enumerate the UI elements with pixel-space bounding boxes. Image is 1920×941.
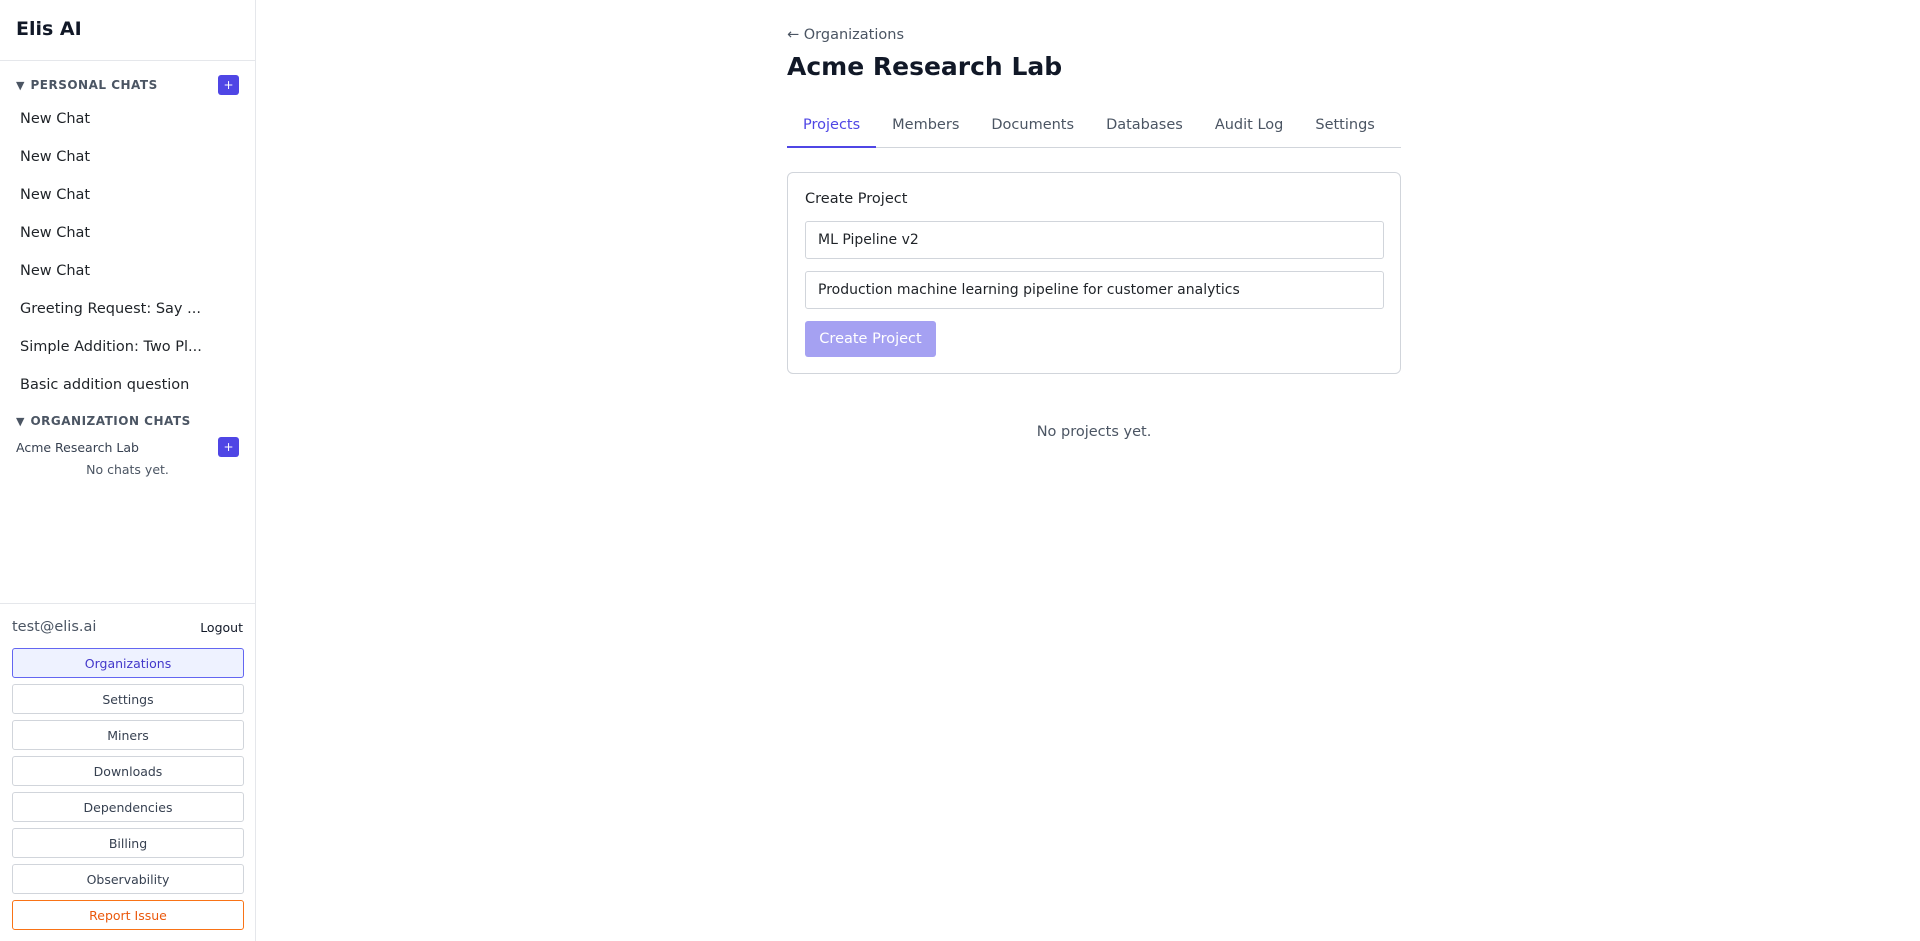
report-issue-button[interactable]: Report Issue [12, 900, 244, 930]
create-project-button[interactable]: Create Project [805, 321, 936, 357]
org-group-row: Acme Research Lab + [0, 436, 255, 458]
create-project-card: Create Project Create Project [787, 172, 1401, 374]
personal-chats-header[interactable]: ▼ PERSONAL CHATS + [0, 73, 255, 97]
organization-chats-header[interactable]: ▼ ORGANIZATION CHATS [0, 409, 255, 433]
user-row: test@elis.ai Logout [12, 604, 243, 648]
new-org-chat-button[interactable]: + [218, 437, 239, 457]
nav-dependencies-button[interactable]: Dependencies [12, 792, 244, 822]
org-empty-message: No chats yet. [86, 462, 169, 477]
new-personal-chat-button[interactable]: + [218, 75, 239, 95]
caret-down-icon: ▼ [16, 78, 25, 92]
sidebar-footer: test@elis.ai Logout Organizations Settin… [0, 603, 255, 936]
page-title: Acme Research Lab [787, 52, 1063, 81]
chat-item[interactable]: Basic addition question [0, 366, 255, 404]
nav-miners-button[interactable]: Miners [12, 720, 244, 750]
org-group-name: Acme Research Lab [16, 439, 139, 455]
project-description-input[interactable] [805, 271, 1384, 309]
chat-item[interactable]: New Chat [0, 252, 255, 290]
org-tabs: Projects Members Documents Databases Aud… [787, 106, 1401, 148]
chat-item[interactable]: New Chat [0, 214, 255, 252]
caret-down-icon: ▼ [16, 414, 25, 428]
nav-observability-button[interactable]: Observability [12, 864, 244, 894]
chat-item[interactable]: New Chat [0, 138, 255, 176]
personal-chat-list: New Chat New Chat New Chat New Chat New … [0, 100, 255, 404]
nav-organizations-button[interactable]: Organizations [12, 648, 244, 678]
user-email: test@elis.ai [12, 619, 97, 635]
chat-item[interactable]: Greeting Request: Say ... [0, 290, 255, 328]
nav-billing-button[interactable]: Billing [12, 828, 244, 858]
back-to-organizations-link[interactable]: ← Organizations [787, 27, 904, 43]
chat-item[interactable]: New Chat [0, 100, 255, 138]
create-project-title: Create Project [805, 191, 908, 207]
tab-members[interactable]: Members [876, 106, 975, 148]
sidebar: Elis AI ▼ PERSONAL CHATS + New Chat New … [0, 0, 256, 941]
logout-button[interactable]: Logout [200, 620, 243, 635]
nav-settings-button[interactable]: Settings [12, 684, 244, 714]
projects-empty-message: No projects yet. [1036, 424, 1152, 440]
personal-chats-toggle[interactable]: ▼ PERSONAL CHATS [16, 78, 158, 92]
tab-settings[interactable]: Settings [1299, 106, 1390, 148]
chat-item[interactable]: New Chat [0, 176, 255, 214]
nav-downloads-button[interactable]: Downloads [12, 756, 244, 786]
organization-chats-toggle[interactable]: ▼ ORGANIZATION CHATS [16, 414, 191, 428]
personal-chats-title: PERSONAL CHATS [30, 78, 158, 92]
app-brand: Elis AI [0, 0, 255, 61]
tab-audit-log[interactable]: Audit Log [1199, 106, 1300, 148]
tab-projects[interactable]: Projects [787, 106, 877, 148]
project-name-input[interactable] [805, 221, 1384, 259]
chat-item[interactable]: Simple Addition: Two Pl... [0, 328, 255, 366]
tab-documents[interactable]: Documents [975, 106, 1090, 148]
organization-chats-title: ORGANIZATION CHATS [30, 414, 191, 428]
tab-databases[interactable]: Databases [1090, 106, 1199, 148]
